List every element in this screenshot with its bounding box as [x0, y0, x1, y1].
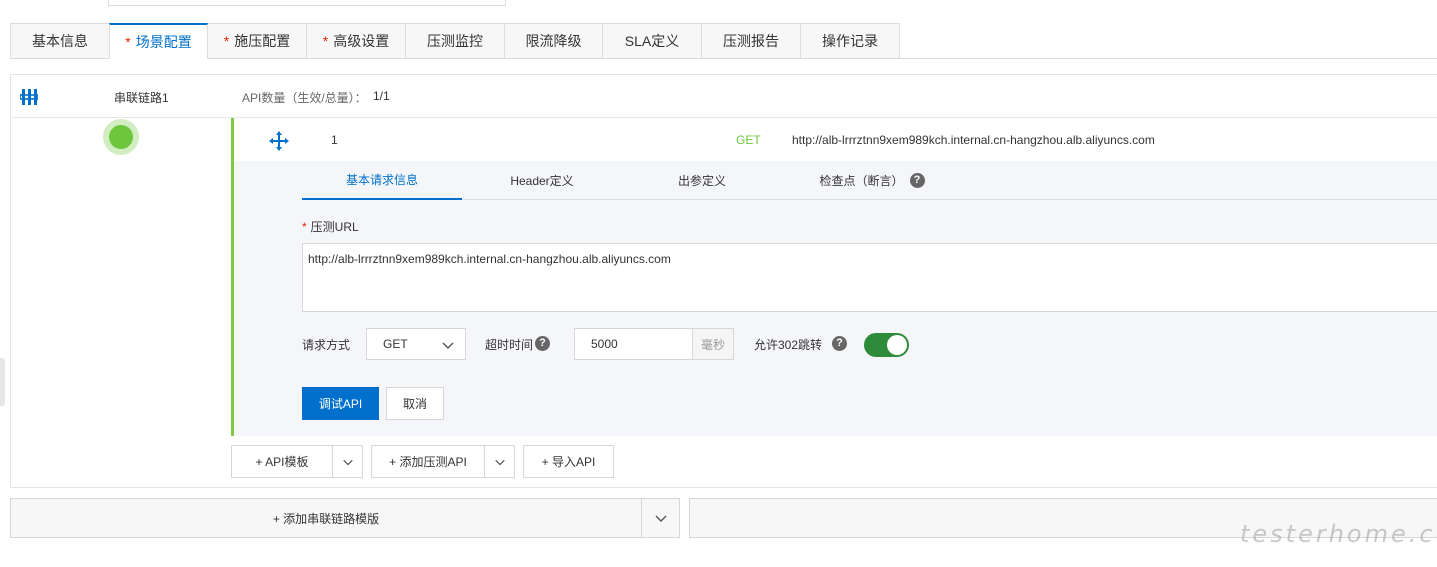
tab-rate-limit[interactable]: 限流降级 — [504, 23, 603, 59]
api-index: 1 — [331, 133, 338, 147]
chevron-down-icon — [442, 342, 454, 349]
help-icon[interactable]: ? — [909, 173, 925, 188]
tab-report[interactable]: 压测报告 — [701, 23, 801, 59]
chevron-down-icon — [655, 515, 666, 522]
toggle-knob — [887, 335, 907, 355]
api-count-label: API数量（生效/总量）： — [242, 91, 367, 105]
api-block: 1 GET http://alb-lrrrztnn9xem989kch.inte… — [231, 118, 1437, 436]
cancel-button[interactable]: 取消 — [386, 387, 444, 420]
subtab-output-params[interactable]: 出参定义 — [622, 161, 782, 200]
api-template-button[interactable]: + API模板 — [232, 446, 332, 477]
chain-panel: 串联链路1 API数量（生效/总量）： 1/1 1 GET http://alb… — [10, 74, 1437, 488]
side-collapse-handle[interactable] — [0, 358, 5, 406]
debug-api-button[interactable]: 调试API — [302, 387, 379, 420]
move-icon[interactable] — [268, 130, 290, 152]
api-row[interactable]: 1 GET http://alb-lrrrztnn9xem989kch.inte… — [234, 118, 1437, 161]
api-method: GET — [736, 133, 761, 147]
required-mark: * — [125, 33, 131, 50]
tab-label: 限流降级 — [525, 33, 582, 49]
chain-icon — [20, 89, 38, 105]
tab-label: 高级设置 — [333, 33, 390, 49]
tab-operation-log[interactable]: 操作记录 — [800, 23, 900, 59]
redirect-toggle[interactable] — [864, 333, 909, 357]
tab-label: 施压配置 — [234, 33, 291, 49]
tab-scene-config[interactable]: * 场景配置 — [109, 23, 208, 59]
tab-monitoring[interactable]: 压测监控 — [405, 23, 505, 59]
tab-label: 操作记录 — [822, 33, 878, 49]
timeout-unit: 毫秒 — [692, 328, 734, 360]
api-template-split-button: + API模板 — [231, 445, 363, 478]
tab-sla[interactable]: SLA定义 — [602, 23, 702, 59]
url-label-text: 压测URL — [310, 220, 359, 234]
help-icon[interactable]: ? — [832, 336, 847, 351]
watermark-logo: testerhome.com — [1240, 520, 1437, 548]
add-api-split-button: + 添加压测API — [371, 445, 515, 478]
api-detail-panel: 基本请求信息 Header定义 出参定义 检查点（断言）? * 压测URL htt… — [234, 161, 1437, 436]
timeout-label: 超时时间 — [485, 338, 534, 352]
subtab-label: 检查点（断言） — [819, 174, 904, 188]
tab-advanced-settings[interactable]: * 高级设置 — [306, 23, 406, 59]
status-dot — [103, 119, 139, 155]
subtab-header[interactable]: Header定义 — [462, 161, 622, 200]
required-mark: * — [322, 33, 329, 49]
subtab-label: 基本请求信息 — [345, 173, 418, 187]
subtab-basic-request[interactable]: 基本请求信息 — [302, 161, 462, 200]
import-api-button-wrap: + 导入API — [523, 445, 614, 478]
tab-basic-info[interactable]: 基本信息 — [10, 23, 110, 59]
chevron-down-icon — [342, 459, 353, 465]
add-api-dropdown[interactable] — [484, 446, 514, 477]
url-textarea[interactable]: http://alb-lrrrztnn9xem989kch.internal.c… — [302, 243, 1437, 312]
api-template-dropdown[interactable] — [332, 446, 362, 477]
method-label: 请求方式 — [302, 338, 351, 352]
tab-label: 压测报告 — [723, 33, 779, 49]
url-label: * 压测URL — [302, 218, 359, 235]
tab-label: 压测监控 — [427, 33, 483, 49]
import-api-button[interactable]: + 导入API — [524, 446, 613, 477]
api-subtabs: 基本请求信息 Header定义 出参定义 检查点（断言）? — [302, 161, 1437, 200]
required-mark: * — [302, 220, 307, 234]
required-mark: * — [223, 33, 230, 49]
chevron-down-icon — [494, 459, 505, 465]
subtab-label: Header定义 — [510, 174, 574, 188]
method-select-value: GET — [383, 337, 408, 351]
add-api-button[interactable]: + 添加压测API — [372, 446, 484, 477]
redirect-label: 允许302跳转 — [754, 338, 823, 352]
tab-label: 基本信息 — [32, 33, 88, 49]
add-chain-template-dropdown[interactable] — [641, 499, 679, 537]
timeout-input[interactable] — [574, 328, 693, 360]
chain-header: 串联链路1 API数量（生效/总量）： 1/1 — [11, 75, 1437, 118]
subtab-label: 出参定义 — [677, 174, 726, 188]
tab-label: SLA定义 — [624, 33, 680, 49]
api-url: http://alb-lrrrztnn9xem989kch.internal.c… — [792, 133, 1155, 147]
tab-load-config[interactable]: * 施压配置 — [207, 23, 307, 59]
help-icon[interactable]: ? — [535, 336, 550, 351]
chain-name[interactable]: 串联链路1 — [114, 89, 169, 106]
tab-label: 场景配置 — [135, 33, 192, 50]
add-chain-template-button[interactable]: + 添加串联链路模版 — [11, 499, 641, 537]
top-input-field[interactable] — [108, 0, 506, 6]
subtab-checkpoint[interactable]: 检查点（断言）? — [782, 161, 962, 200]
method-select[interactable]: GET — [366, 328, 466, 360]
api-count-value: 1/1 — [373, 89, 390, 103]
config-tabs: 基本信息 * 场景配置 * 施压配置 * 高级设置 压测监控 限流降级 SLA定义 压… — [10, 23, 900, 59]
add-chain-template-split-button: + 添加串联链路模版 — [10, 498, 680, 538]
